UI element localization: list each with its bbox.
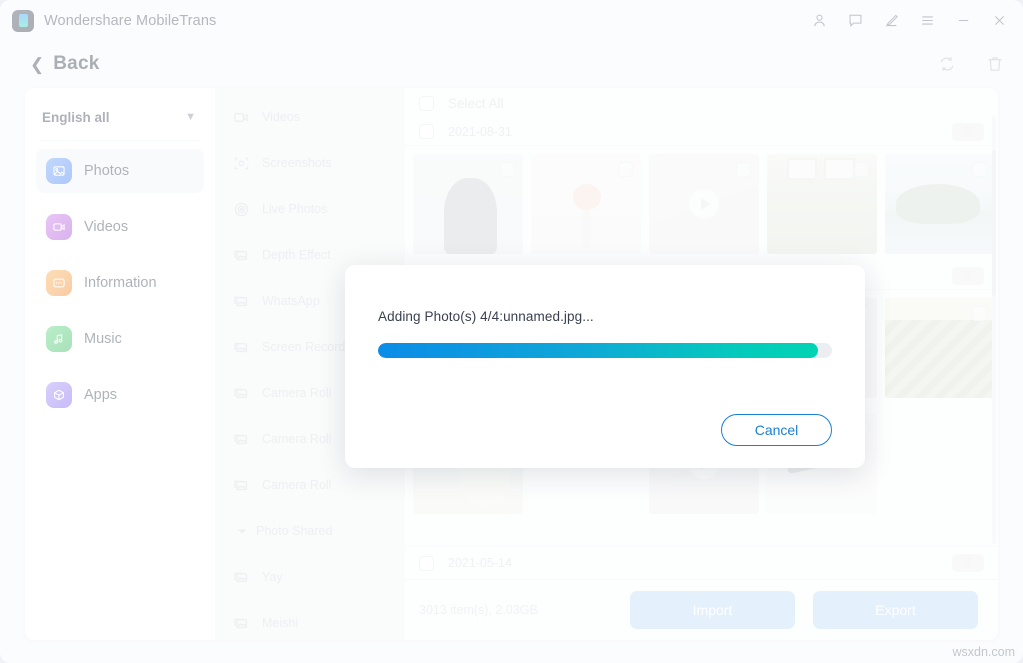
progress-message: Adding Photo(s) 4/4:unnamed.jpg... xyxy=(378,309,594,324)
dialog-actions: Cancel xyxy=(378,358,832,468)
progress-dialog: Adding Photo(s) 4/4:unnamed.jpg... Cance… xyxy=(345,265,865,468)
site-watermark: wsxdn.com xyxy=(952,645,1015,659)
cancel-button[interactable]: Cancel xyxy=(721,414,832,446)
progress-bar-fill xyxy=(378,343,819,358)
progress-bar-track xyxy=(378,343,832,358)
application-window: Wondershare MobileTrans xyxy=(0,0,1023,663)
